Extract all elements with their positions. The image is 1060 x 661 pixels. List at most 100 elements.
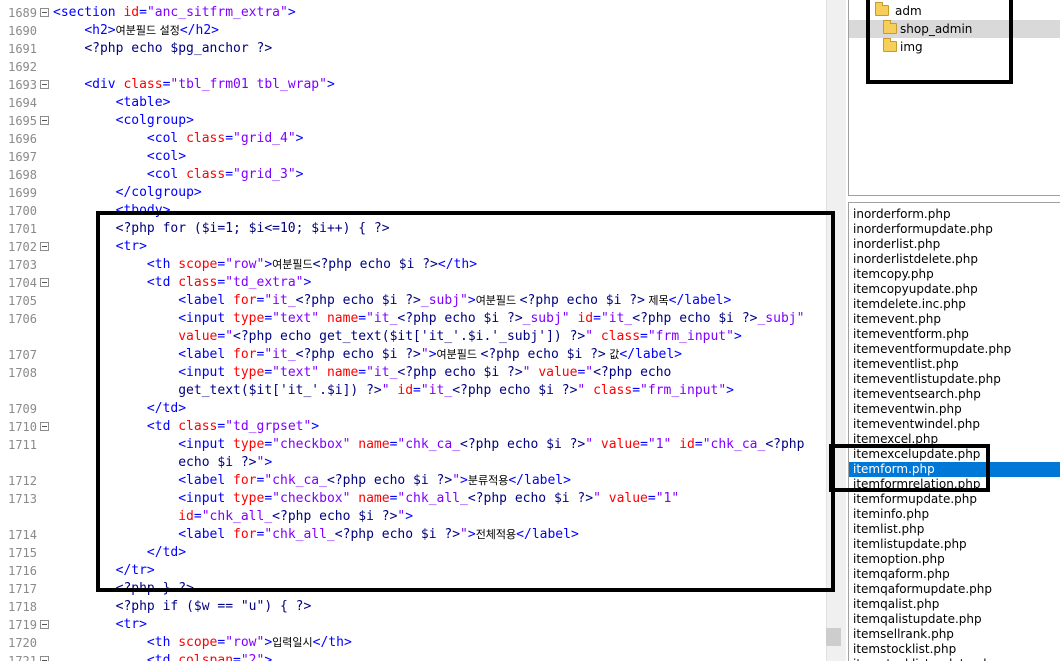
line-number: 1690 [8,24,37,38]
code-line[interactable]: 1714 <label for="chk_all_<?php echo $i ?… [0,526,826,544]
file-item[interactable]: itemsellrank.php [849,627,1060,642]
code-line[interactable]: echo $i ?>"> [0,454,826,472]
file-item[interactable]: itemlistupdate.php [849,537,1060,552]
fold-toggle-icon[interactable] [40,422,49,431]
code-line[interactable]: 1709 </td> [0,400,826,418]
code-line[interactable]: 1695 <colgroup> [0,112,826,130]
code-line[interactable]: 1720 <th scope="row">입력일시</th> [0,634,826,652]
scrollbar-thumb[interactable] [826,628,841,646]
code-line[interactable]: 1704 <td class="td_extra"> [0,274,826,292]
code-line[interactable]: id="chk_all_<?php echo $i ?>"> [0,508,826,526]
fold-toggle-icon[interactable] [40,80,49,89]
code-line[interactable]: 1713 <input type="checkbox" name="chk_al… [0,490,826,508]
code-line[interactable]: 1690 <h2>여분필드 설정</h2> [0,22,826,40]
file-item[interactable]: itemeventsearch.php [849,387,1060,402]
code-line[interactable]: 1703 <th scope="row">여분필드<?php echo $i ?… [0,256,826,274]
code-line[interactable]: 1700 <tbody> [0,202,826,220]
code-token: > [295,131,304,146]
file-item[interactable]: itemlist.php [849,522,1060,537]
file-item[interactable]: itemqalist.php [849,597,1060,612]
code-token: > [733,329,742,344]
code-line[interactable]: 1691 <?php echo $pg_anchor ?> [0,40,826,58]
code-token: <col [146,131,187,146]
editor-vertical-scrollbar[interactable] [826,0,846,661]
code-token: <?php if ($w == "u") { ?> [115,599,312,614]
file-item[interactable]: itemeventwindel.php [849,417,1060,432]
fold-toggle-icon[interactable] [40,278,49,287]
line-number: 1721 [8,654,37,661]
file-item[interactable]: itemstocklist.php [849,642,1060,657]
code-token: </th> [312,635,352,650]
code-line[interactable]: 1719 <tr> [0,616,826,634]
code-line[interactable]: 1693 <div class="tbl_frm01 tbl_wrap"> [0,76,826,94]
file-item[interactable]: inorderformupdate.php [849,222,1060,237]
code-line[interactable]: value = "<?php echo get_text($it['it_'.$i.… [0,328,826,346]
file-item[interactable]: itemexcel.php [849,432,1060,447]
line-number: 1691 [8,42,37,56]
code-line[interactable]: 1711 <input type="checkbox" name="chk_ca… [0,436,826,454]
file-item[interactable]: itemstocklistupdate.php [849,657,1060,661]
code-line[interactable]: 1712 <label for="chk_ca_<?php echo $i ?>… [0,472,826,490]
fold-toggle-icon[interactable] [40,656,49,661]
code-text: <th scope="row">여분필드<?php echo $i ?></th… [53,256,477,274]
code-token: <td [146,419,179,434]
code-line[interactable]: 1692 [0,58,826,76]
file-item[interactable]: itemqaformupdate.php [849,582,1060,597]
code-line[interactable]: 1694 <table> [0,94,826,112]
fold-toggle-icon[interactable] [40,116,49,125]
file-item[interactable]: itemformrelation.php [849,477,1060,492]
code-line[interactable]: 1718 <?php if ($w == "u") { ?> [0,598,826,616]
file-item[interactable]: itemformupdate.php [849,492,1060,507]
code-line[interactable]: 1721 <td colspan="2"> [0,652,826,661]
code-line[interactable]: 1699 </colgroup> [0,184,826,202]
file-item[interactable]: itemqalistupdate.php [849,612,1060,627]
fold-toggle-icon[interactable] [40,8,49,17]
code-line[interactable]: 1701 <?php for ($i=1; $i<=10; $i++) { ?> [0,220,826,238]
file-item[interactable]: itemform.php [849,462,1060,477]
code-line[interactable]: 1689 <section id="anc_sitfrm_extra"> [0,4,826,22]
code-editor[interactable]: 1689 <section id="anc_sitfrm_extra"> 1690 … [0,0,826,661]
code-line[interactable]: 1696 <col class="grid_4"> [0,130,826,148]
tree-item-img[interactable]: img [849,38,1060,56]
code-line[interactable]: 1705 <label for="it_<?php echo $i ?>_sub… [0,292,826,310]
file-item[interactable]: inorderlist.php [849,237,1060,252]
file-item[interactable]: itemoption.php [849,552,1060,567]
code-line[interactable]: 1706 <input type="text" name="it_<?php e… [0,310,826,328]
file-item[interactable]: itemeventlist.php [849,357,1060,372]
code-line[interactable]: 1715 </td> [0,544,826,562]
file-item[interactable]: itemqaform.php [849,567,1060,582]
code-text: <label for="chk_ca_<?php echo $i ?>">분류적… [53,472,571,490]
file-item[interactable]: itemevent.php [849,312,1060,327]
fold-toggle-icon[interactable] [40,242,49,251]
code-line[interactable]: 1708 <input type="text" name="it_<?php e… [0,364,826,382]
tree-item-shop-admin[interactable]: shop_admin [849,20,1060,38]
file-item[interactable]: itemexcelupdate.php [849,447,1060,462]
file-item[interactable]: inorderlistdelete.php [849,252,1060,267]
fold-toggle-icon[interactable] [40,620,49,629]
code-line[interactable]: 1716 </tr> [0,562,826,580]
file-item[interactable]: inorderform.php [849,207,1060,222]
code-line[interactable]: get_text($it['it_'.$i]) ?>" id="it_<?php… [0,382,826,400]
file-item[interactable]: itemeventlistupdate.php [849,372,1060,387]
code-line[interactable]: 1710 <td class="td_grpset"> [0,418,826,436]
file-item[interactable]: itemeventformupdate.php [849,342,1060,357]
code-line[interactable]: 1697 <col> [0,148,826,166]
code-token: = [225,131,234,146]
file-item[interactable]: itemdelete.inc.php [849,297,1060,312]
code-text: <div class="tbl_frm01 tbl_wrap"> [53,76,334,94]
file-item[interactable]: itemeventform.php [849,327,1060,342]
code-token: <?php echo $i ?> [326,473,453,488]
file-item[interactable]: itemcopy.php [849,267,1060,282]
code-line[interactable]: 1717 <?php } ?> [0,580,826,598]
code-token: "row" [225,635,265,650]
code-line[interactable]: 1698 <col class="grid_3"> [0,166,826,184]
file-item[interactable]: itemeventwin.php [849,402,1060,417]
tree-item-adm[interactable]: adm [849,2,1060,20]
code-text: </td> [53,544,186,562]
code-line[interactable]: 1707 <label for="it_<?php echo $i ?>">여분… [0,346,826,364]
code-line[interactable]: 1702 <tr> [0,238,826,256]
file-item[interactable]: iteminfo.php [849,507,1060,522]
file-item[interactable]: itemcopyupdate.php [849,282,1060,297]
code-token: "chk_ca_ [397,437,461,452]
